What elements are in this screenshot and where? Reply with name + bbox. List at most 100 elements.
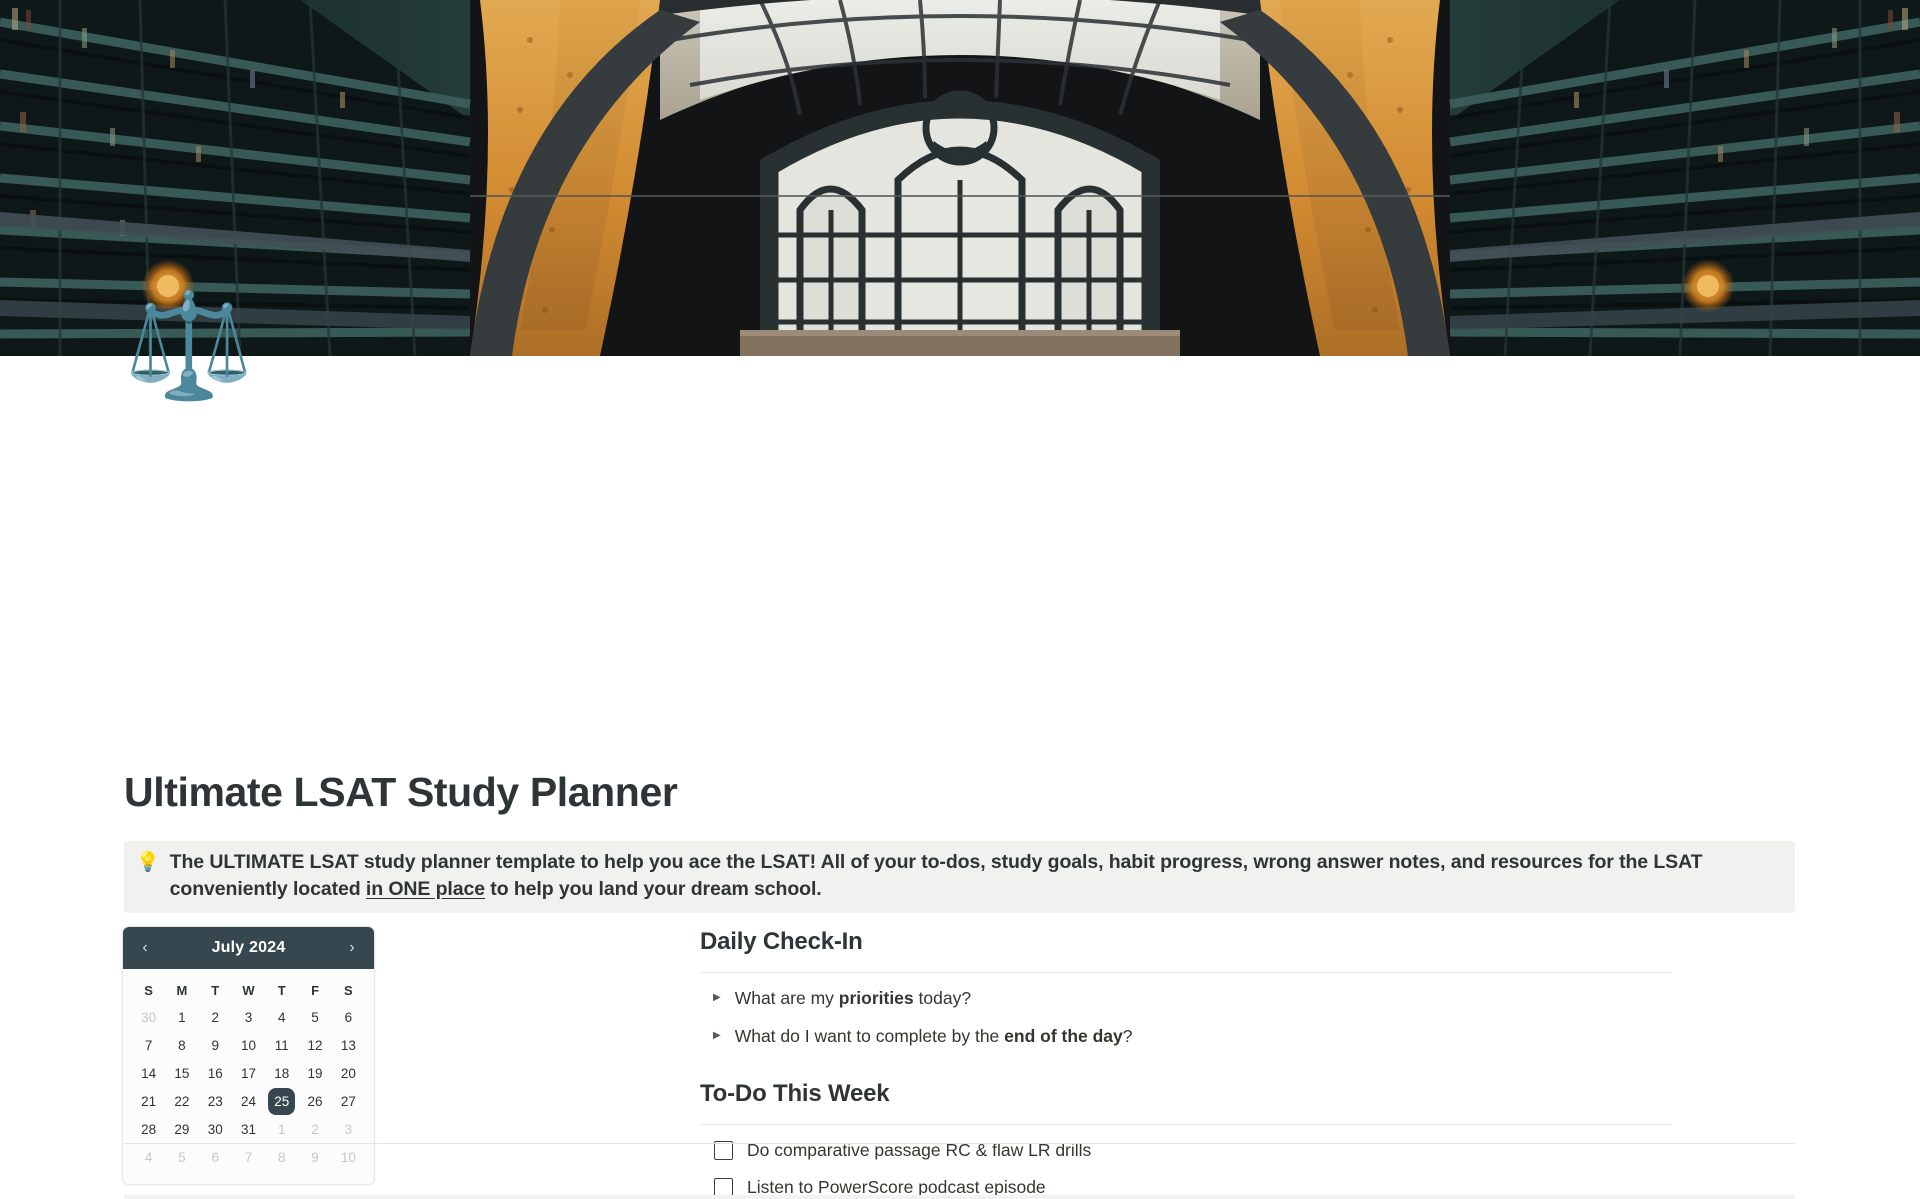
calendar-day-label: 17: [240, 1066, 256, 1081]
checkin-toggle-row[interactable]: ▶ What do I want to complete by the end o…: [700, 1023, 1672, 1049]
calendar-day[interactable]: 23: [199, 1088, 232, 1116]
todo-week-title: To-Do This Week: [700, 1080, 890, 1108]
calendar-day[interactable]: 5: [298, 1004, 331, 1032]
calendar-dow: T: [277, 983, 286, 998]
calendar-day[interactable]: 29: [165, 1116, 198, 1144]
calendar-day[interactable]: 21: [132, 1088, 165, 1116]
calendar-day[interactable]: 1: [165, 1004, 198, 1032]
calendar-day[interactable]: 7: [232, 1144, 265, 1172]
calendar-day-label: 30: [207, 1122, 223, 1137]
calendar-day[interactable]: 3: [332, 1116, 365, 1144]
calendar-day[interactable]: 19: [298, 1060, 331, 1088]
chevron-right-icon[interactable]: ▶: [713, 1031, 721, 1041]
calendar-day[interactable]: 30: [132, 1004, 165, 1032]
callout-part2: to help you land your dream school.: [484, 878, 822, 900]
daily-checkin-items: ▶ What are my priorities today? ▶ What do I…: [700, 985, 1672, 1049]
calendar-day[interactable]: 2: [199, 1004, 232, 1032]
todo-week-item-label: Do comparative passage RC & flaw LR dril…: [747, 1140, 1092, 1161]
calendar-body: S M T W T F S 30 1 2 3 4 5 6 7 8 9 10 11 12 13 14 15 16 1…: [123, 969, 374, 1184]
calendar-day[interactable]: 9: [298, 1144, 331, 1172]
calendar-widget: ‹ July 2024 › S M T W T F S 30 1 2 3 4 5 6 7 8 9 1…: [122, 926, 375, 1185]
calendar-day-label: 5: [178, 1150, 186, 1165]
calendar-day[interactable]: 5: [165, 1144, 198, 1172]
calendar-day[interactable]: 11: [265, 1032, 298, 1060]
calendar-day[interactable]: 13: [332, 1032, 365, 1060]
calendar-day-label: 9: [211, 1038, 219, 1053]
calendar-day[interactable]: 6: [332, 1004, 365, 1032]
calendar-day-selected[interactable]: 25: [265, 1088, 298, 1116]
calendar-day-label: 19: [307, 1066, 323, 1081]
chevron-right-icon[interactable]: ▶: [713, 993, 721, 1003]
calendar-day-label: 5: [311, 1010, 319, 1025]
calendar-day[interactable]: 15: [165, 1060, 198, 1088]
calendar-day[interactable]: 4: [265, 1004, 298, 1032]
calendar-day-label: 1: [278, 1122, 286, 1137]
calendar-day-label: 31: [240, 1122, 256, 1137]
todo-week-items: Do comparative passage RC & flaw LR dril…: [700, 1138, 1672, 1199]
page-icon[interactable]: ⚖️: [124, 284, 254, 408]
calendar-day-label: 3: [344, 1122, 353, 1137]
calendar-day[interactable]: 17: [232, 1060, 265, 1088]
calendar-day[interactable]: 10: [332, 1144, 365, 1172]
calendar-day[interactable]: 8: [165, 1032, 198, 1060]
calendar-day-label: 21: [141, 1094, 157, 1109]
calendar-next-month-icon[interactable]: ›: [344, 940, 360, 956]
calendar-day[interactable]: 30: [199, 1116, 232, 1144]
todo-week-section: To-Do This Week Do comparative passage R…: [700, 1078, 1672, 1199]
section-divider: [700, 972, 1672, 974]
calendar-day-label: 10: [340, 1150, 356, 1165]
calendar-day[interactable]: 14: [132, 1060, 165, 1088]
calendar-day-label: 20: [340, 1066, 356, 1081]
calendar-day[interactable]: 3: [232, 1004, 265, 1032]
calendar-day[interactable]: 28: [132, 1116, 165, 1144]
calendar-day-label: 13: [340, 1038, 356, 1053]
calendar-day-label: 6: [211, 1150, 219, 1165]
page-title: Ultimate LSAT Study Planner: [124, 769, 678, 815]
calendar-day-label: 29: [174, 1122, 190, 1137]
calendar-day-grid: 30 1 2 3 4 5 6 7 8 9 10 11 12 13 14 15 16 17 18 19 20 21 22 23 2…: [132, 1004, 365, 1172]
right-column: Daily Check-In ▶ What are my priorities t…: [700, 926, 1672, 1199]
checkin-question-text: What are my priorities today?: [734, 988, 972, 1009]
calendar-day-label: 25: [268, 1088, 296, 1115]
calendar-day[interactable]: 8: [265, 1144, 298, 1172]
daily-checkin-title: Daily Check-In: [700, 928, 863, 955]
calendar-dow: S: [344, 983, 353, 998]
calendar-day-label: 27: [340, 1094, 356, 1109]
calendar-prev-month-icon[interactable]: ‹: [137, 940, 153, 956]
page-bottom-band: [124, 1195, 1795, 1199]
todo-week-item-row[interactable]: Do comparative passage RC & flaw LR dril…: [700, 1138, 1672, 1162]
calendar-day[interactable]: 12: [298, 1032, 331, 1060]
calendar-day[interactable]: 24: [232, 1088, 265, 1116]
calendar-day[interactable]: 7: [132, 1032, 165, 1060]
calendar-day[interactable]: 6: [199, 1144, 232, 1172]
calendar-day[interactable]: 26: [298, 1088, 331, 1116]
calendar-day-label: 8: [278, 1150, 286, 1165]
calendar-day[interactable]: 2: [298, 1116, 331, 1144]
calendar-dow: T: [211, 983, 220, 998]
checkin-toggle-row[interactable]: ▶ What are my priorities today?: [700, 985, 1672, 1011]
calendar-day[interactable]: 22: [165, 1088, 198, 1116]
calendar-day[interactable]: 4: [132, 1144, 165, 1172]
calendar-day-label: 14: [141, 1066, 157, 1081]
calendar-day-label: 12: [307, 1038, 323, 1053]
calendar-day[interactable]: 27: [332, 1088, 365, 1116]
calendar-day-label: 2: [311, 1122, 319, 1137]
calendar-day[interactable]: 16: [199, 1060, 232, 1088]
calendar-day[interactable]: 10: [232, 1032, 265, 1060]
calendar-day-label: 6: [344, 1010, 353, 1025]
hero-cover-image: [0, 0, 1920, 356]
calendar-day[interactable]: 20: [332, 1060, 365, 1088]
calendar-dow: S: [144, 983, 153, 998]
calendar-day-label: 30: [141, 1010, 157, 1025]
calendar-day[interactable]: 9: [199, 1032, 232, 1060]
light-bulb-icon: 💡: [136, 852, 160, 873]
daily-checkin-section: Daily Check-In ▶ What are my priorities t…: [700, 926, 1672, 1049]
calendar-day-label: 11: [274, 1038, 289, 1053]
calendar-day-label: 1: [178, 1010, 186, 1025]
calendar-day[interactable]: 1: [265, 1116, 298, 1144]
calendar-day-label: 26: [307, 1094, 323, 1109]
calendar-day[interactable]: 18: [265, 1060, 298, 1088]
intro-callout-text: The ULTIMATE LSAT study planner template…: [170, 849, 1783, 903]
calendar-day[interactable]: 31: [232, 1116, 265, 1144]
